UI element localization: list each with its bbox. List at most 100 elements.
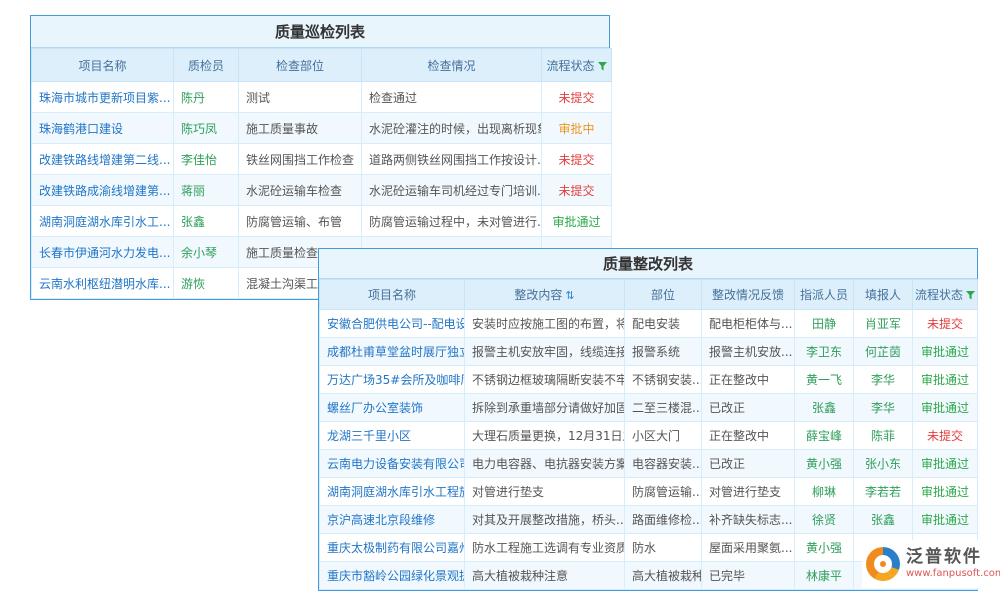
table-row[interactable]: 京沪高速北京段维修 对其及开展整改措施，桥头... 路面维修检... 补齐缺失标…: [320, 506, 978, 534]
status-cell: 审批通过: [913, 506, 978, 534]
reporter-name[interactable]: 何芷茵: [854, 338, 913, 366]
reporter-name[interactable]: 李若若: [854, 478, 913, 506]
table-row[interactable]: 成都杜甫草堂盆时展厅独立展... 报警主机安放牢固，线缆连接... 报警系统 报…: [320, 338, 978, 366]
project-link[interactable]: 湖南洞庭湖水库引水工...: [32, 206, 174, 237]
project-link[interactable]: 螺丝厂办公室装饰: [320, 394, 465, 422]
project-link[interactable]: 珠海市城市更新项目紫...: [32, 82, 174, 113]
status-cell: 审批通过: [913, 450, 978, 478]
content-cell: 电力电容器、电抗器安装方案...: [465, 450, 625, 478]
status-cell: 未提交: [913, 422, 978, 450]
feedback-cell: 已完毕: [702, 562, 795, 590]
status-cell: 未提交: [542, 175, 612, 206]
part-cell: 二至三楼混...: [625, 394, 702, 422]
project-link[interactable]: 改建铁路线增建第二线...: [32, 144, 174, 175]
column-header-inspector: 质检员: [174, 49, 239, 82]
fanpu-watermark: 泛普软件 www.fanpusoft.com: [862, 540, 995, 588]
feedback-cell: 已改正: [702, 394, 795, 422]
column-header-feedback: 整改情况反馈: [702, 280, 795, 310]
inspection-list-title: 质量巡检列表: [31, 16, 609, 48]
project-link[interactable]: 安徽合肥供电公司--配电设备...: [320, 310, 465, 338]
project-link[interactable]: 重庆太极制药有限公司嘉州中...: [320, 534, 465, 562]
table-row[interactable]: 螺丝厂办公室装饰 拆除到承重墙部分请做好加固... 二至三楼混... 已改正 张…: [320, 394, 978, 422]
inspector-name[interactable]: 游恢: [174, 268, 239, 299]
filter-icon[interactable]: [966, 289, 975, 303]
assignee-name[interactable]: 柳琳: [795, 478, 854, 506]
project-link[interactable]: 京沪高速北京段维修: [320, 506, 465, 534]
assignee-name[interactable]: 林康平: [795, 562, 854, 590]
assignee-name[interactable]: 薛宝峰: [795, 422, 854, 450]
content-cell: 对管进行垫支: [465, 478, 625, 506]
status-text: 审批通过: [921, 373, 969, 387]
fanpu-logo-icon: [866, 547, 900, 581]
table-row[interactable]: 万达广场35#会所及咖啡厅空... 不锈钢边框玻璃隔断安装不牢... 不锈钢安装…: [320, 366, 978, 394]
brand-website: www.fanpusoft.com: [906, 568, 1000, 581]
project-link[interactable]: 改建铁路成渝线增建第...: [32, 175, 174, 206]
status-cell: 审批中: [542, 113, 612, 144]
project-link[interactable]: 珠海鹤港口建设: [32, 113, 174, 144]
status-cell: 审批通过: [542, 206, 612, 237]
inspector-name[interactable]: 李佳怡: [174, 144, 239, 175]
status-text: 审批通过: [921, 401, 969, 415]
assignee-name[interactable]: 田静: [795, 310, 854, 338]
part-cell: 施工质量事故: [239, 113, 362, 144]
table-row[interactable]: 湖南洞庭湖水库引水工程施工... 对管进行垫支 防腐管运输... 对管进行垫支 …: [320, 478, 978, 506]
assignee-name[interactable]: 李卫东: [795, 338, 854, 366]
table-row[interactable]: 改建铁路线增建第二线... 李佳怡 铁丝网围挡工作检查 道路两侧铁丝网围挡工作按…: [32, 144, 612, 175]
assignee-name[interactable]: 徐贤: [795, 506, 854, 534]
feedback-cell: 对管进行垫支: [702, 478, 795, 506]
project-link[interactable]: 龙湖三千里小区: [320, 422, 465, 450]
reporter-name[interactable]: 肖亚军: [854, 310, 913, 338]
feedback-cell: 配电柜柜体与...: [702, 310, 795, 338]
table-row[interactable]: 龙湖三千里小区 大理石质量更换，12月31日之... 小区大门 正在整改中 薛宝…: [320, 422, 978, 450]
status-text: 未提交: [927, 317, 963, 331]
part-cell: 防腐管运输...: [625, 478, 702, 506]
inspector-name[interactable]: 陈巧凤: [174, 113, 239, 144]
reporter-name[interactable]: 张鑫: [854, 506, 913, 534]
column-header-part: 部位: [625, 280, 702, 310]
assignee-name[interactable]: 黄小强: [795, 534, 854, 562]
reporter-name[interactable]: 李华: [854, 394, 913, 422]
table-row[interactable]: 安徽合肥供电公司--配电设备... 安装时应按施工图的布置，将... 配电安装 …: [320, 310, 978, 338]
column-header-status: 流程状态: [542, 49, 612, 82]
table-row[interactable]: 珠海鹤港口建设 陈巧凤 施工质量事故 水泥砼灌注的时候，出现离析现象 审批中: [32, 113, 612, 144]
project-link[interactable]: 长春市伊通河水力发电...: [32, 237, 174, 268]
project-link[interactable]: 万达广场35#会所及咖啡厅空...: [320, 366, 465, 394]
situation-cell: 检查通过: [362, 82, 542, 113]
project-link[interactable]: 云南水利枢纽潜明水库...: [32, 268, 174, 299]
reporter-name[interactable]: 陈菲: [854, 422, 913, 450]
inspector-name[interactable]: 陈丹: [174, 82, 239, 113]
column-header-status-label: 流程状态: [915, 288, 963, 302]
column-header-content[interactable]: 整改内容⇅: [465, 280, 625, 310]
reporter-name[interactable]: 李华: [854, 366, 913, 394]
assignee-name[interactable]: 黄一飞: [795, 366, 854, 394]
status-cell: 未提交: [913, 310, 978, 338]
filter-icon[interactable]: [598, 60, 607, 74]
column-header-situation: 检查情况: [362, 49, 542, 82]
inspector-name[interactable]: 张鑫: [174, 206, 239, 237]
inspector-name[interactable]: 蒋丽: [174, 175, 239, 206]
content-cell: 防水工程施工选调有专业资质...: [465, 534, 625, 562]
reporter-name[interactable]: 张小东: [854, 450, 913, 478]
feedback-cell: 屋面采用聚氨...: [702, 534, 795, 562]
table-row[interactable]: 改建铁路成渝线增建第... 蒋丽 水泥砼运输车检查 水泥砼运输车司机经过专门培训…: [32, 175, 612, 206]
feedback-cell: 正在整改中: [702, 366, 795, 394]
status-text: 未提交: [558, 153, 594, 167]
sort-icon[interactable]: ⇅: [565, 289, 574, 302]
project-link[interactable]: 重庆市豁岭公园绿化景观提升...: [320, 562, 465, 590]
assignee-name[interactable]: 张鑫: [795, 394, 854, 422]
column-header-project: 项目名称: [320, 280, 465, 310]
project-link[interactable]: 云南电力设备安装有限公司20...: [320, 450, 465, 478]
part-cell: 不锈钢安装...: [625, 366, 702, 394]
status-cell: 审批通过: [913, 394, 978, 422]
part-cell: 水泥砼运输车检查: [239, 175, 362, 206]
content-cell: 不锈钢边框玻璃隔断安装不牢...: [465, 366, 625, 394]
content-cell: 安装时应按施工图的布置，将...: [465, 310, 625, 338]
project-link[interactable]: 湖南洞庭湖水库引水工程施工...: [320, 478, 465, 506]
project-link[interactable]: 成都杜甫草堂盆时展厅独立展...: [320, 338, 465, 366]
table-row[interactable]: 珠海市城市更新项目紫... 陈丹 测试 检查通过 未提交: [32, 82, 612, 113]
feedback-cell: 已改正: [702, 450, 795, 478]
inspector-name[interactable]: 余小琴: [174, 237, 239, 268]
table-row[interactable]: 湖南洞庭湖水库引水工... 张鑫 防腐管运输、布管 防腐管运输过程中，未对管进行…: [32, 206, 612, 237]
table-row[interactable]: 云南电力设备安装有限公司20... 电力电容器、电抗器安装方案... 电容器安装…: [320, 450, 978, 478]
assignee-name[interactable]: 黄小强: [795, 450, 854, 478]
